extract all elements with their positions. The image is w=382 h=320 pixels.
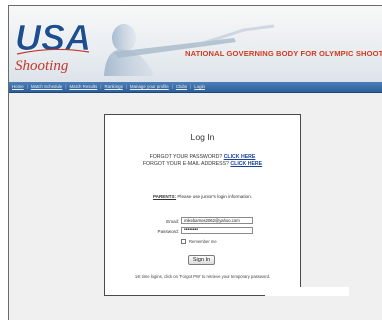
nav-clubs[interactable]: Clubs bbox=[176, 84, 187, 89]
browser-viewport: USA Shooting NATIONAL GOVERNING BODY FOR… bbox=[8, 5, 382, 320]
login-title: Log In bbox=[190, 132, 215, 142]
forgot-password-text: FORGOT YOUR PASSWORD? bbox=[149, 154, 223, 160]
top-nav-bar: Home | Match Schedule | Match Results | Rankin… bbox=[9, 82, 382, 93]
shooter-silhouette-image bbox=[104, 24, 274, 76]
email-label: Email: bbox=[166, 219, 179, 224]
forgot-email-line: FORGOT YOUR E-MAIL ADDRESS? CLICK HERE bbox=[105, 161, 300, 167]
password-field[interactable]: •••••••• bbox=[181, 227, 253, 234]
usa-shooting-logo[interactable]: USA Shooting bbox=[13, 12, 91, 78]
nav-separator: | bbox=[171, 84, 173, 89]
banner-tagline: NATIONAL GOVERNING BODY FOR OLYMPIC SHOO… bbox=[185, 49, 382, 58]
nav-manage-profile[interactable]: Manage your profile bbox=[130, 84, 169, 89]
nav-separator: | bbox=[125, 84, 127, 89]
sign-in-button[interactable]: Sign In bbox=[188, 255, 215, 265]
nav-separator: | bbox=[65, 84, 67, 89]
forgot-password-line: FORGOT YOUR PASSWORD? CLICK HERE bbox=[105, 154, 300, 160]
remember-me-checkbox[interactable] bbox=[181, 239, 186, 244]
parents-note: PARENTS: Please use junior's login infor… bbox=[105, 194, 300, 199]
nav-rankings[interactable]: Rankings bbox=[104, 84, 122, 89]
nav-separator: | bbox=[26, 84, 28, 89]
email-field[interactable]: mikebarnes2062@yahoo.com bbox=[181, 217, 253, 224]
nav-home[interactable]: Home bbox=[12, 84, 24, 89]
login-panel: Log In FORGOT YOUR PASSWORD? CLICK HERE … bbox=[104, 114, 301, 296]
blank-overlay-bar bbox=[265, 287, 349, 296]
parents-label: PARENTS: bbox=[152, 194, 177, 199]
nav-match-schedule[interactable]: Match Schedule bbox=[31, 84, 63, 89]
parents-text: Please use junior's login information. bbox=[176, 194, 253, 199]
logo-shooting-text: Shooting bbox=[15, 58, 69, 74]
nav-match-results[interactable]: Match Results bbox=[70, 84, 98, 89]
nav-login[interactable]: Login bbox=[194, 84, 205, 89]
forgot-password-link[interactable]: CLICK HERE bbox=[224, 154, 256, 160]
nav-links: Home | Match Schedule | Match Results | Rankin… bbox=[12, 82, 205, 92]
page-content: Log In FORGOT YOUR PASSWORD? CLICK HERE … bbox=[9, 93, 382, 320]
forgot-email-text: FORGOT YOUR E-MAIL ADDRESS? bbox=[142, 161, 229, 167]
site-banner: USA Shooting NATIONAL GOVERNING BODY FOR… bbox=[9, 6, 382, 82]
first-login-note: 1st time logins, click on 'Forgot PW' to… bbox=[134, 274, 271, 279]
password-label: Password: bbox=[157, 229, 179, 234]
forgot-email-link[interactable]: CLICK HERE bbox=[230, 161, 262, 167]
remember-me-label: Remember me bbox=[189, 239, 217, 244]
